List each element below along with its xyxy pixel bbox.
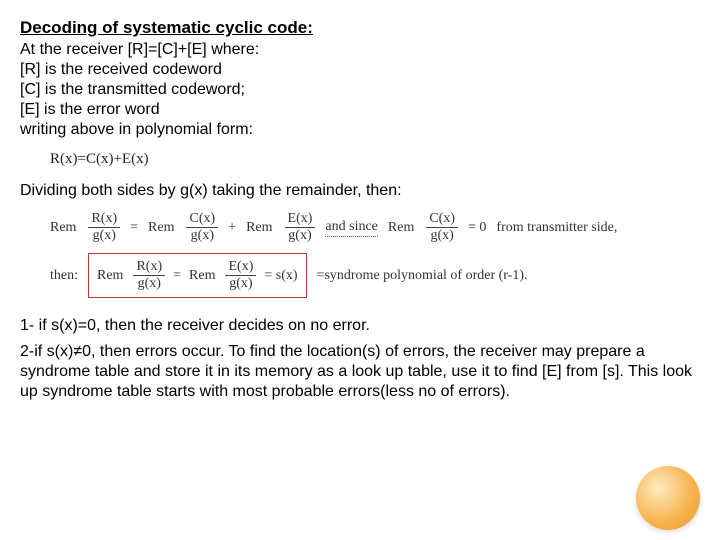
rem-label-4: Rem [388, 220, 414, 236]
decorative-circle-icon [636, 466, 700, 530]
frac-rx-gx-2: R(x) g(x) [133, 260, 165, 291]
boxed-result: Rem R(x) g(x) = Rem E(x) g(x) = s(x) [88, 253, 307, 298]
numerator-rx: R(x) [88, 212, 120, 228]
equation-row-2: then: Rem R(x) g(x) = Rem E(x) g(x) = s(… [50, 253, 700, 298]
denominator-gx-5: g(x) [135, 276, 164, 291]
intro-line-3: [C] is the transmitted codeword; [20, 80, 700, 100]
intro-line-4: [E] is the error word [20, 100, 700, 120]
frac-cx-gx-2: C(x) g(x) [426, 212, 458, 243]
equation-row-1: Rem R(x) g(x) = Rem C(x) g(x) + Rem E(x)… [50, 212, 700, 243]
numerator-cx: C(x) [186, 212, 218, 228]
equals-2: = [173, 268, 181, 284]
equals-zero: = 0 [468, 220, 486, 236]
rem-label-6: Rem [189, 268, 215, 284]
dividing-text: Dividing both sides by g(x) taking the r… [20, 182, 700, 200]
equals-1: = [130, 220, 138, 236]
numerator-cx-2: C(x) [426, 212, 458, 228]
intro-line-5: writing above in polynomial form: [20, 120, 700, 140]
intro-line-2: [R] is the received codeword [20, 60, 700, 80]
equals-sx: = s(x) [264, 268, 297, 284]
frac-ex-gx-1: E(x) g(x) [285, 212, 316, 243]
conclusion-1: 1- if s(x)=0, then the receiver decides … [20, 316, 700, 336]
denominator-gx-1: g(x) [90, 228, 119, 243]
section-heading: Decoding of systematic cyclic code: [20, 18, 700, 38]
rem-label-5: Rem [97, 268, 123, 284]
frac-ex-gx-2: E(x) g(x) [225, 260, 256, 291]
equation-1: R(x)=C(x)+E(x) [50, 151, 149, 167]
intro-line-1: At the receiver [R]=[C]+[E] where: [20, 40, 700, 60]
rem-label-3: Rem [246, 220, 272, 236]
denominator-gx-2: g(x) [188, 228, 217, 243]
frac-rx-gx: R(x) g(x) [88, 212, 120, 243]
numerator-rx-2: R(x) [133, 260, 165, 276]
denominator-gx-4: g(x) [428, 228, 457, 243]
from-transmitter-text: from transmitter side, [496, 220, 617, 236]
equation-1-wrap: R(x)=C(x)+E(x) [50, 150, 700, 168]
then-label: then: [50, 268, 78, 284]
rem-label-2: Rem [148, 220, 174, 236]
numerator-ex-2: E(x) [225, 260, 256, 276]
numerator-ex-1: E(x) [285, 212, 316, 228]
slide-container: Decoding of systematic cyclic code: At t… [0, 0, 720, 540]
conclusion-2: 2-if s(x)≠0, then errors occur. To find … [20, 342, 700, 402]
and-since-text: and since [325, 219, 377, 237]
plus-sign: + [228, 220, 236, 236]
rem-label-1: Rem [50, 220, 76, 236]
frac-cx-gx: C(x) g(x) [186, 212, 218, 243]
denominator-gx-6: g(x) [226, 276, 255, 291]
syndrome-text: =syndrome polynomial of order (r-1). [317, 268, 528, 284]
denominator-gx-3: g(x) [285, 228, 314, 243]
equation-2-block: Rem R(x) g(x) = Rem C(x) g(x) + Rem E(x)… [50, 212, 700, 298]
